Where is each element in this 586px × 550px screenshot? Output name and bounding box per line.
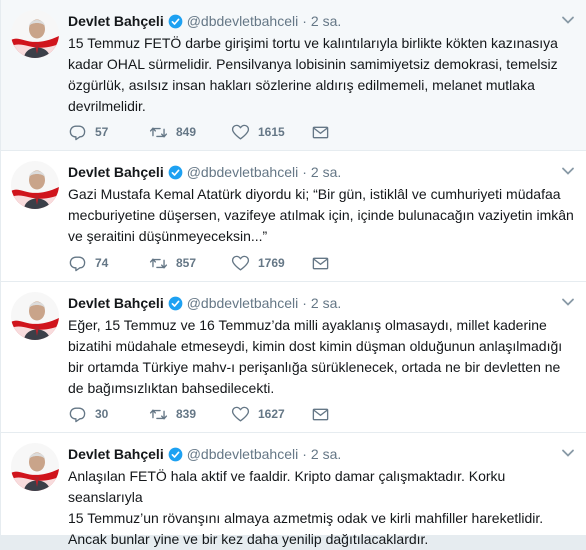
tweet-text-line: mecburiyetine düşersen, vazifeye atılmak… (68, 207, 574, 223)
author-handle[interactable]: @dbdevletbahceli (187, 446, 299, 462)
timestamp[interactable]: 2 sa. (311, 295, 341, 311)
separator-dot: · (302, 295, 307, 311)
avatar[interactable] (11, 443, 59, 491)
tweet-text-line: de bağımsızlıktan bahsedilecekti. (68, 380, 275, 396)
chevron-down-icon[interactable] (561, 164, 575, 178)
retweet-button[interactable]: 849 (149, 123, 231, 142)
timestamp[interactable]: 2 sa. (311, 446, 341, 462)
direct-message-button[interactable] (311, 254, 330, 273)
author-name[interactable]: Devlet Bahçeli (68, 295, 164, 311)
retweet-count: 849 (176, 125, 197, 139)
envelope-icon (312, 257, 329, 269)
separator-dot: · (302, 446, 307, 462)
timestamp[interactable]: 2 sa. (311, 164, 341, 180)
chevron-down-icon[interactable] (561, 446, 575, 460)
tweet[interactable]: Devlet Bahçeli @dbdevletbahceli · 2 sa. … (1, 151, 586, 282)
tweet-actions: 30 839 1627 (68, 404, 330, 424)
like-count: 1627 (258, 407, 285, 421)
tweet-text-line: bizatihi müdahale etmeseydi, kimin dost … (68, 338, 563, 354)
tweet-text-line: Anlaşılan FETÖ hala aktif ve faaldir. Kr… (68, 468, 506, 505)
avatar[interactable] (11, 292, 59, 340)
tweet-text-line: 15 Temmuz FETÖ darbe girişimi tortu ve k… (68, 35, 558, 51)
heart-icon (231, 124, 250, 140)
like-button[interactable]: 1769 (231, 254, 311, 273)
tweet[interactable]: Devlet Bahçeli @dbdevletbahceli · 2 sa. … (1, 433, 586, 547)
author-name[interactable]: Devlet Bahçeli (68, 164, 164, 180)
reply-icon (69, 406, 86, 422)
tweet-text-line: devrilmelidir. (68, 98, 146, 114)
envelope-icon (312, 408, 329, 420)
tweet-header: Devlet Bahçeli @dbdevletbahceli · 2 sa. (68, 163, 557, 181)
reply-button[interactable]: 57 (68, 123, 149, 142)
direct-message-button[interactable] (311, 405, 330, 424)
reply-count: 74 (95, 256, 109, 270)
avatar[interactable] (11, 161, 59, 209)
direct-message-button[interactable] (311, 123, 330, 142)
reply-count: 57 (95, 125, 109, 139)
tweet-text-line: bir ortamda Türkiye mahv-ı perişanlığa s… (68, 359, 561, 375)
retweet-count: 857 (176, 256, 197, 270)
timestamp[interactable]: 2 sa. (311, 13, 341, 29)
tweet[interactable]: Devlet Bahçeli @dbdevletbahceli · 2 sa. … (1, 282, 586, 433)
avatar-image (11, 292, 59, 340)
tweet-text-line: Ancak bunlar yine ve bir kez daha yenili… (68, 531, 429, 547)
like-count: 1769 (258, 256, 285, 270)
like-button[interactable]: 1615 (231, 123, 311, 142)
avatar-image (11, 10, 59, 58)
avatar[interactable] (11, 10, 59, 58)
verified-badge-icon (168, 296, 183, 310)
tweet-text: Eğer, 15 Temmuz ve 16 Temmuz’da milli ay… (68, 315, 578, 399)
reply-button[interactable]: 30 (68, 405, 149, 424)
retweet-button[interactable]: 839 (149, 405, 231, 424)
tweet-text-line: 15 Temmuz’un rövanşını almaya azmetmiş o… (68, 510, 544, 526)
retweet-icon (149, 408, 168, 420)
tweet[interactable]: Devlet Bahçeli @dbdevletbahceli · 2 sa. … (1, 0, 586, 151)
tweet-text-line: ve şeraitini düşünmeyeceksin...” (68, 228, 268, 244)
avatar-image (11, 443, 59, 491)
envelope-icon (312, 126, 329, 138)
tweet-header: Devlet Bahçeli @dbdevletbahceli · 2 sa. (68, 294, 557, 312)
separator-dot: · (302, 13, 307, 29)
retweet-button[interactable]: 857 (149, 254, 231, 273)
heart-icon (231, 255, 250, 271)
author-handle[interactable]: @dbdevletbahceli (187, 13, 299, 29)
heart-icon (231, 406, 250, 422)
author-handle[interactable]: @dbdevletbahceli (187, 295, 299, 311)
tweet-actions: 57 849 1615 (68, 122, 330, 142)
like-button[interactable]: 1627 (231, 405, 311, 424)
tweet-text-line: kadar OHAL sürmelidir. Pensilvanya lobis… (68, 56, 558, 72)
verified-badge-icon (168, 14, 183, 28)
tweet-text: Anlaşılan FETÖ hala aktif ve faaldir. Kr… (68, 466, 578, 550)
like-count: 1615 (258, 125, 285, 139)
reply-count: 30 (95, 407, 109, 421)
separator-dot: · (302, 164, 307, 180)
chevron-down-icon[interactable] (561, 295, 575, 309)
author-handle[interactable]: @dbdevletbahceli (187, 164, 299, 180)
tweet-text-line: Eğer, 15 Temmuz ve 16 Temmuz’da milli ay… (68, 317, 547, 333)
tweet-actions: 74 857 1769 (68, 253, 330, 273)
tweet-header: Devlet Bahçeli @dbdevletbahceli · 2 sa. (68, 12, 557, 30)
avatar-image (11, 161, 59, 209)
timeline: Devlet Bahçeli @dbdevletbahceli · 2 sa. … (0, 0, 586, 547)
tweet-text: 15 Temmuz FETÖ darbe girişimi tortu ve k… (68, 33, 578, 117)
reply-button[interactable]: 74 (68, 254, 149, 273)
author-name[interactable]: Devlet Bahçeli (68, 446, 164, 462)
reply-icon (69, 124, 86, 140)
retweet-icon (149, 257, 168, 269)
chevron-down-icon[interactable] (561, 13, 575, 27)
tweet-text: Gazi Mustafa Kemal Atatürk diyordu ki; “… (68, 184, 578, 247)
tweet-text-line: Gazi Mustafa Kemal Atatürk diyordu ki; “… (68, 186, 561, 202)
verified-badge-icon (168, 447, 183, 461)
reply-icon (69, 255, 86, 271)
retweet-icon (149, 126, 168, 138)
verified-badge-icon (168, 165, 183, 179)
retweet-count: 839 (176, 407, 197, 421)
author-name[interactable]: Devlet Bahçeli (68, 13, 164, 29)
tweet-header: Devlet Bahçeli @dbdevletbahceli · 2 sa. (68, 445, 557, 463)
tweet-text-line: özgürlük, asılsız insan hakları sözlerin… (68, 77, 535, 93)
